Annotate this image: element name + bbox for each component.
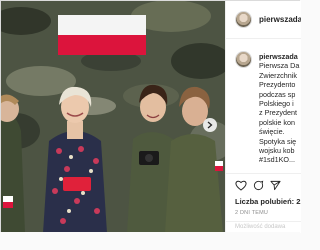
comment-icon[interactable] [253,180,264,191]
caption-line: wojsku kob [259,146,295,156]
action-bar [226,173,301,193]
caption-username[interactable]: pierwszada [259,52,301,61]
caption-line: polskie kon [259,117,295,127]
heart-icon[interactable] [235,180,247,191]
caption-line: Zwierzchnik [259,70,297,80]
post-date[interactable]: 2 DNI TEMU [235,210,268,216]
post-header: pierwszada [226,1,301,39]
header-username[interactable]: pierwszada [259,15,301,24]
caption-avatar[interactable] [235,51,252,68]
caption-text: pierwszada Pierwsza Da Zwierzchnik Prezy… [259,52,301,165]
likes-count[interactable]: Liczba polubień: 21 [235,197,301,206]
instagram-post: pierwszada pierwszada Pierwsza Da Zwierz… [0,0,301,233]
caption-line: podczas sp [259,89,296,99]
photo-illustration [1,1,225,233]
carousel-next-button[interactable] [203,118,217,132]
caption-line: z Prezydent [259,108,297,118]
caption-line: Prezydento [259,80,296,90]
avatar[interactable] [235,11,252,28]
page-bottom [0,232,300,250]
caption-line: Pierwsza Da [259,61,300,71]
caption-line: święcie. [259,127,285,137]
chevron-right-icon [207,121,213,129]
caption-line: #1sd1KO... [259,155,295,165]
caption-line: Polskiego i [259,99,294,109]
send-icon[interactable] [270,180,281,191]
caption-line: Spotyka się [259,136,297,146]
post-side-panel: pierwszada pierwszada Pierwsza Da Zwierz… [225,1,301,233]
post-photo[interactable] [1,1,225,233]
